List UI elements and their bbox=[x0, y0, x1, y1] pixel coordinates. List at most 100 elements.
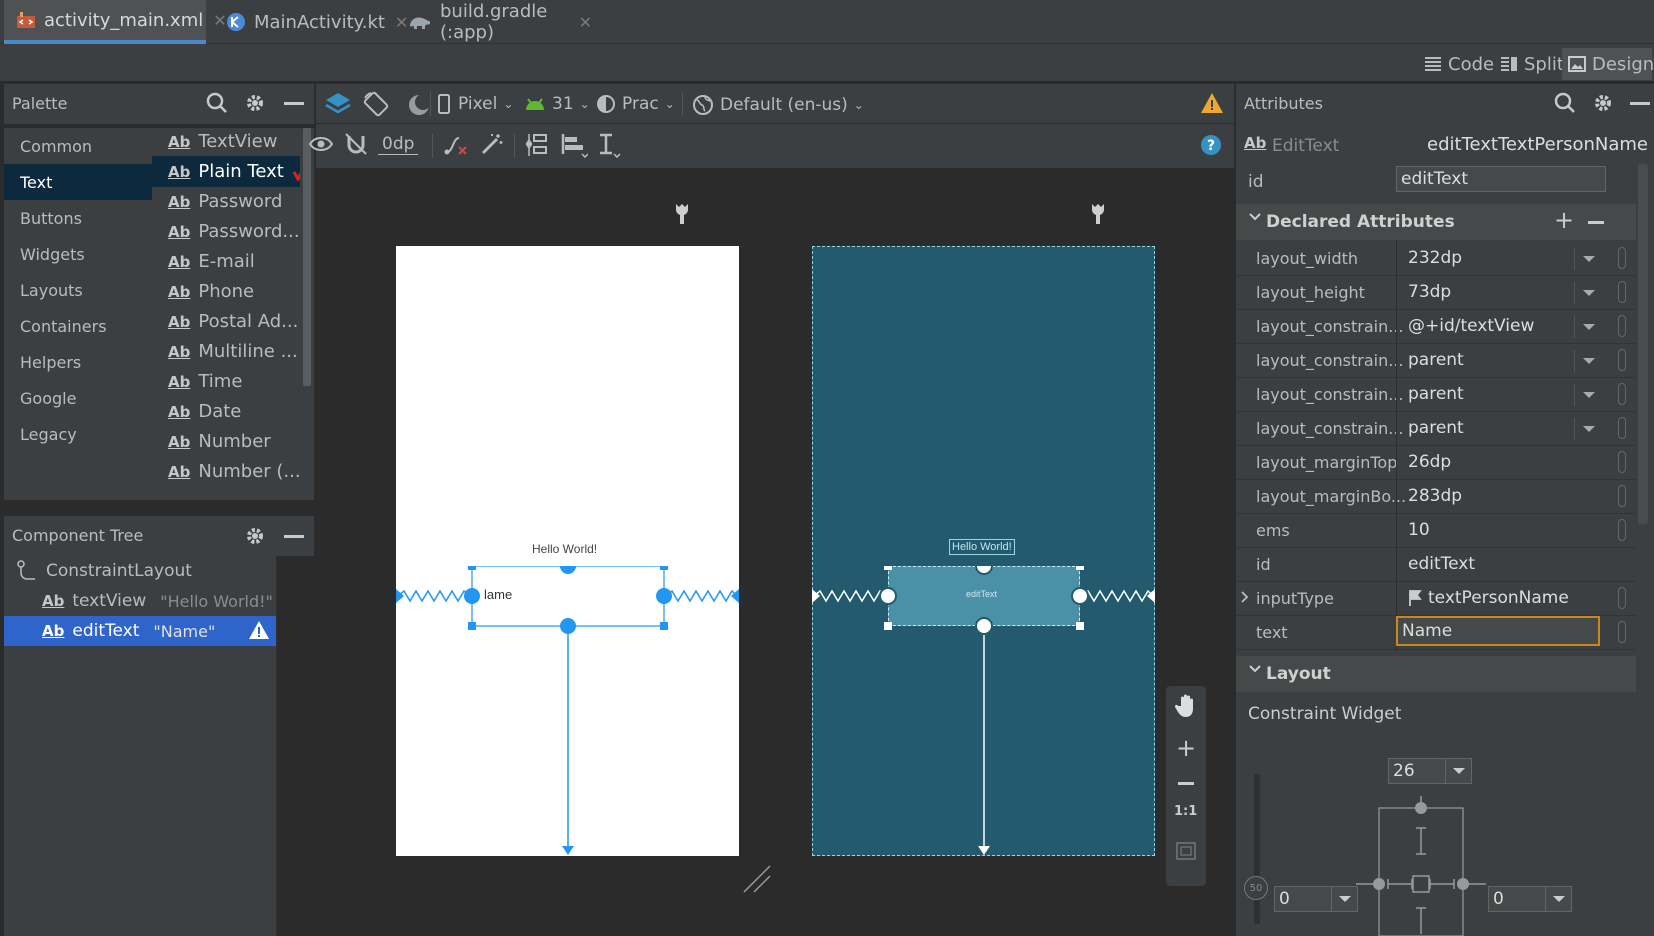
gear-icon[interactable] bbox=[244, 92, 266, 114]
layout-section[interactable]: Layout bbox=[1236, 656, 1636, 692]
attribute-value[interactable]: editText bbox=[1408, 554, 1475, 574]
palette-item[interactable]: Ab Postal Ad... bbox=[152, 306, 300, 337]
attribute-value[interactable]: 232dp bbox=[1408, 248, 1462, 268]
declared-attributes-section[interactable]: Declared Attributes + bbox=[1236, 204, 1636, 240]
palette-category[interactable]: Containers bbox=[4, 308, 152, 344]
minimize-icon[interactable] bbox=[1630, 102, 1650, 105]
zoom-out-icon[interactable] bbox=[1178, 782, 1194, 785]
guidelines-icon[interactable] bbox=[596, 132, 622, 158]
search-icon[interactable] bbox=[1554, 92, 1576, 114]
attribute-value[interactable]: textPersonName bbox=[1428, 588, 1569, 608]
device-selector[interactable]: Pixel ⌄ bbox=[438, 94, 513, 114]
attribute-value[interactable]: @+id/textView bbox=[1408, 316, 1534, 336]
theme-selector[interactable]: Prac ⌄ bbox=[596, 94, 675, 114]
palette-category[interactable]: Legacy bbox=[4, 416, 152, 452]
attribute-row[interactable]: layout_constrain... parent bbox=[1236, 410, 1636, 446]
design-mode-button[interactable]: Design bbox=[1562, 48, 1654, 80]
attribute-row[interactable]: layout_width 232dp bbox=[1236, 240, 1636, 276]
tree-row-edittext[interactable]: Ab editText "Name" bbox=[4, 616, 276, 646]
attribute-row[interactable]: inputType textPersonName bbox=[1236, 580, 1636, 616]
tab-build-gradle[interactable]: build.gradle (:app) ✕ bbox=[396, 0, 602, 44]
resource-picker-icon[interactable] bbox=[1618, 417, 1626, 439]
resource-picker-icon[interactable] bbox=[1618, 519, 1626, 541]
night-mode-icon[interactable] bbox=[406, 92, 432, 118]
attribute-row[interactable]: layout_constrain... parent bbox=[1236, 342, 1636, 378]
attribute-value[interactable]: 10 bbox=[1408, 520, 1430, 540]
attribute-row[interactable]: text Name bbox=[1236, 614, 1636, 650]
add-attribute-icon[interactable]: + bbox=[1554, 206, 1574, 234]
dropdown-arrow-icon[interactable] bbox=[1545, 887, 1571, 911]
layers-icon[interactable] bbox=[324, 90, 352, 118]
gear-icon[interactable] bbox=[1592, 92, 1614, 114]
warning-icon[interactable] bbox=[248, 620, 270, 640]
pan-hand-icon[interactable] bbox=[1175, 694, 1197, 718]
attribute-row[interactable]: id editText bbox=[1236, 546, 1636, 582]
search-icon[interactable] bbox=[206, 92, 228, 114]
palette-category[interactable]: Common bbox=[4, 128, 152, 164]
dropdown-arrow-icon[interactable] bbox=[1574, 418, 1602, 440]
minimize-icon[interactable] bbox=[284, 535, 304, 538]
dropdown-arrow-icon[interactable] bbox=[1445, 759, 1471, 783]
palette-item[interactable]: Ab Password bbox=[152, 186, 300, 217]
margin-right-dropdown[interactable]: 0 bbox=[1488, 886, 1572, 912]
resource-picker-icon[interactable] bbox=[1618, 349, 1626, 371]
attribute-value[interactable]: parent bbox=[1408, 384, 1464, 404]
palette-item[interactable]: Ab Multiline ... bbox=[152, 336, 300, 367]
palette-item[interactable]: Ab Number bbox=[152, 426, 300, 457]
tab-activity-main[interactable]: activity_main.xml ✕ bbox=[4, 0, 227, 44]
dropdown-arrow-icon[interactable] bbox=[1574, 316, 1602, 338]
dropdown-arrow-icon[interactable] bbox=[1574, 384, 1602, 406]
attribute-row[interactable]: ems 10 bbox=[1236, 512, 1636, 548]
code-mode-button[interactable]: Code bbox=[1418, 48, 1500, 80]
resize-handle-icon[interactable] bbox=[742, 864, 772, 894]
attributes-scrollbar[interactable] bbox=[1638, 164, 1648, 524]
autoconnect-off-icon[interactable] bbox=[344, 132, 368, 156]
palette-scrollbar[interactable] bbox=[300, 128, 314, 500]
align-icon[interactable] bbox=[560, 132, 588, 158]
palette-category[interactable]: Helpers bbox=[4, 344, 152, 380]
palette-item-selected[interactable]: Ab Plain Text bbox=[152, 156, 300, 187]
palette-category[interactable]: Google bbox=[4, 380, 152, 416]
resource-picker-icon[interactable] bbox=[1618, 451, 1626, 473]
palette-item[interactable]: Ab Phone bbox=[152, 276, 300, 307]
design-canvas[interactable]: Hello World! lame Hello World! editText bbox=[316, 168, 1234, 936]
resource-picker-icon[interactable] bbox=[1618, 621, 1626, 643]
zoom-fit-icon[interactable] bbox=[1176, 842, 1196, 860]
resource-picker-icon[interactable] bbox=[1618, 485, 1626, 507]
blueprint-surface[interactable]: Hello World! editText bbox=[812, 246, 1155, 856]
id-field[interactable]: editText bbox=[1396, 166, 1606, 192]
attribute-value[interactable]: 283dp bbox=[1408, 486, 1462, 506]
default-margin-selector[interactable]: 0dp bbox=[378, 134, 419, 155]
bias-knob[interactable]: 50 bbox=[1244, 876, 1268, 900]
palette-category[interactable]: Buttons bbox=[4, 200, 152, 236]
edittext-preview[interactable]: lame bbox=[484, 587, 512, 602]
palette-item[interactable]: Ab TextView bbox=[152, 128, 300, 157]
attribute-value[interactable]: parent bbox=[1408, 418, 1464, 438]
attribute-row[interactable]: layout_constrain... parent bbox=[1236, 376, 1636, 412]
remove-attribute-icon[interactable] bbox=[1588, 221, 1604, 224]
minimize-icon[interactable] bbox=[284, 102, 304, 105]
help-icon[interactable]: ? bbox=[1200, 134, 1222, 156]
gear-icon[interactable] bbox=[244, 525, 266, 547]
dropdown-arrow-icon[interactable] bbox=[1574, 350, 1602, 372]
vertical-bias-slider[interactable] bbox=[1254, 774, 1260, 924]
palette-category-selected[interactable]: Text bbox=[4, 164, 152, 200]
zoom-in-icon[interactable]: + bbox=[1176, 736, 1196, 760]
locale-selector[interactable]: Default (en-us) ⌄ bbox=[692, 94, 864, 116]
close-icon[interactable]: ✕ bbox=[579, 13, 592, 32]
palette-category[interactable]: Widgets bbox=[4, 236, 152, 272]
resource-picker-icon[interactable] bbox=[1618, 587, 1626, 609]
api-level-selector[interactable]: 31 ⌄ bbox=[524, 94, 590, 114]
chevron-right-icon[interactable] bbox=[1240, 590, 1250, 604]
dropdown-arrow-icon[interactable] bbox=[1574, 282, 1602, 304]
text-attribute-input[interactable]: Name bbox=[1396, 616, 1600, 646]
tree-row-constraint-layout[interactable]: ConstraintLayout bbox=[4, 556, 276, 586]
warning-icon[interactable] bbox=[1200, 92, 1224, 114]
tree-row-textview[interactable]: Ab textView "Hello World!" bbox=[4, 586, 276, 616]
resource-picker-icon[interactable] bbox=[1618, 281, 1626, 303]
scrollbar-thumb[interactable] bbox=[303, 128, 311, 386]
split-mode-button[interactable]: Split bbox=[1494, 48, 1570, 80]
pack-icon[interactable] bbox=[524, 132, 550, 158]
attribute-value[interactable]: 73dp bbox=[1408, 282, 1451, 302]
attribute-value[interactable]: parent bbox=[1408, 350, 1464, 370]
